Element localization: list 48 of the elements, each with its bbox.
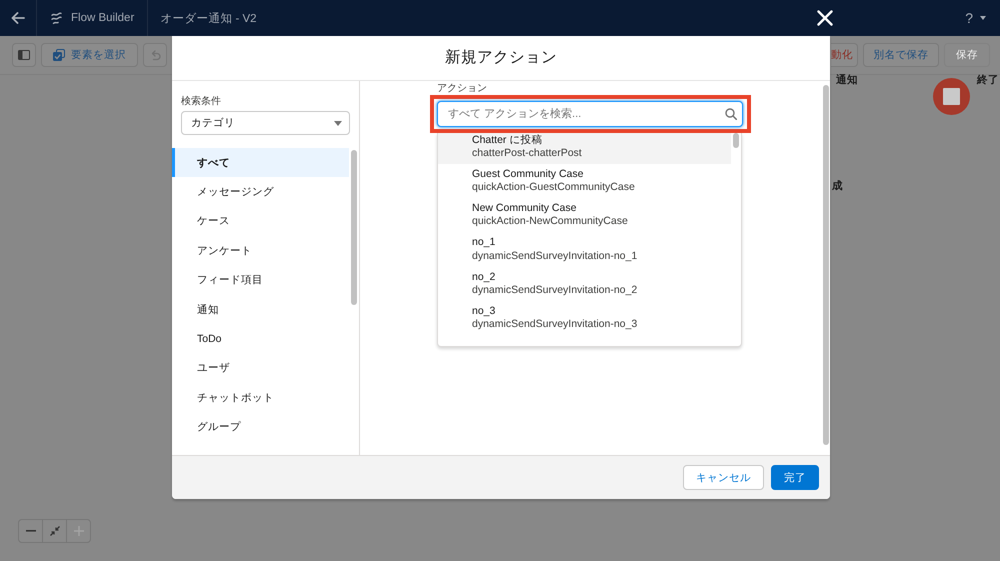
category-dropdown[interactable]: カテゴリ bbox=[181, 111, 350, 135]
help-button[interactable]: ? bbox=[965, 8, 986, 28]
action-option[interactable]: no_1 dynamicSendSurveyInvitation-no_1 bbox=[438, 232, 731, 267]
caret-down-icon bbox=[334, 120, 342, 126]
app-name: Flow Builder bbox=[71, 12, 134, 24]
modal-title: 新規アクション bbox=[445, 49, 557, 67]
category-item[interactable]: グループ bbox=[172, 412, 349, 442]
scrollbar-thumb[interactable] bbox=[733, 133, 739, 148]
element-label: 成 bbox=[832, 181, 843, 192]
minus-icon bbox=[26, 530, 36, 532]
action-option[interactable]: Chatter に投稿 chatterPost-chatterPost bbox=[438, 133, 731, 164]
arrow-left-icon bbox=[11, 12, 25, 24]
action-option[interactable]: no_2 dynamicSendSurveyInvitation-no_2 bbox=[438, 266, 731, 301]
shrink-arrows-icon bbox=[50, 526, 60, 536]
element-label: 通知 bbox=[836, 75, 858, 86]
scrollbar-thumb[interactable] bbox=[823, 85, 829, 445]
element-label: 終了 bbox=[977, 75, 999, 86]
wavy-lines-icon bbox=[51, 12, 62, 24]
search-icon bbox=[725, 108, 737, 120]
close-icon bbox=[817, 10, 833, 26]
panel-toggle-button[interactable] bbox=[12, 43, 36, 67]
field-label: アクション bbox=[437, 83, 487, 95]
zoom-out-button[interactable] bbox=[18, 519, 43, 543]
caret-down-icon bbox=[980, 16, 986, 20]
category-item[interactable]: アンケート bbox=[172, 236, 349, 266]
category-item[interactable]: ケース bbox=[172, 206, 349, 236]
checked-squares-icon bbox=[53, 49, 65, 61]
done-button[interactable]: 完了 bbox=[771, 465, 819, 490]
cancel-button[interactable]: キャンセル bbox=[683, 465, 764, 490]
stop-icon[interactable] bbox=[933, 78, 970, 115]
action-search-field[interactable]: すべて アクションを検索... bbox=[437, 101, 743, 127]
close-button[interactable] bbox=[816, 9, 834, 27]
action-option[interactable]: Guest Community Case quickAction-GuestCommunityCase bbox=[438, 164, 731, 198]
category-item[interactable]: ユーザ bbox=[172, 354, 349, 384]
filter-label: 検索条件 bbox=[181, 96, 221, 108]
category-item[interactable]: ToDo bbox=[172, 324, 349, 354]
category-item[interactable]: チャットボット bbox=[172, 383, 349, 413]
action-option[interactable]: New Community Case quickAction-NewCommunityCase bbox=[438, 198, 731, 233]
category-item[interactable]: フィード項目 bbox=[172, 266, 349, 295]
category-item[interactable]: すべて bbox=[172, 148, 349, 178]
sidebar-panel-icon bbox=[18, 50, 30, 60]
category-item[interactable]: 通知 bbox=[172, 294, 349, 324]
scrollbar-thumb[interactable] bbox=[351, 150, 357, 305]
category-item[interactable]: メッセージング bbox=[172, 177, 349, 207]
action-option[interactable]: no_3 dynamicSendSurveyInvitation-no_3 bbox=[438, 300, 731, 336]
plus-icon bbox=[74, 526, 84, 536]
fit-view-button[interactable] bbox=[42, 519, 67, 543]
flow-title: オーダー通知 - V2 bbox=[160, 12, 257, 26]
